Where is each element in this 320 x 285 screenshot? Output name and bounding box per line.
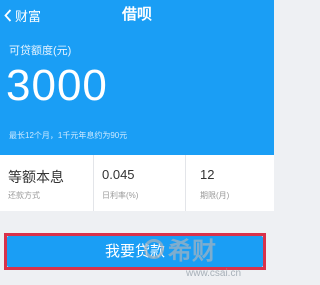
daily-rate-cell: 0.045 日利率(%)	[93, 155, 185, 211]
watermark-logo-icon	[144, 238, 164, 259]
navigation-bar: 财富 借呗	[0, 0, 274, 30]
daily-rate-label: 日利率(%)	[102, 191, 139, 200]
credit-limit-label: 可贷额度(元)	[9, 45, 72, 57]
term-label: 期限(月)	[200, 191, 230, 200]
repayment-method-value: 等额本息	[8, 169, 64, 185]
term-value: 12	[200, 167, 215, 182]
credit-limit-amount: 3000	[6, 61, 108, 110]
loan-terms-panel: 等额本息 还款方式 0.045 日利率(%) 12 期限(月)	[0, 155, 274, 211]
repayment-method-label: 还款方式	[8, 191, 40, 200]
term-cell[interactable]: 12 期限(月)	[185, 155, 275, 211]
watermark-logo-text: 希财	[168, 238, 216, 265]
interest-note: 最长12个月，1千元年息约为90元	[9, 131, 128, 140]
credit-limit-panel: 可贷额度(元) 3000 最长12个月，1千元年息约为90元	[0, 30, 274, 155]
watermark-logo: 希财	[144, 231, 216, 266]
watermark-url: www.csai.cn	[186, 268, 242, 279]
apply-loan-button[interactable]: 我要贷款	[7, 236, 263, 267]
daily-rate-value: 0.045	[102, 167, 135, 182]
page-title: 借呗	[121, 6, 152, 23]
repayment-method-cell[interactable]: 等额本息 还款方式	[0, 155, 93, 211]
